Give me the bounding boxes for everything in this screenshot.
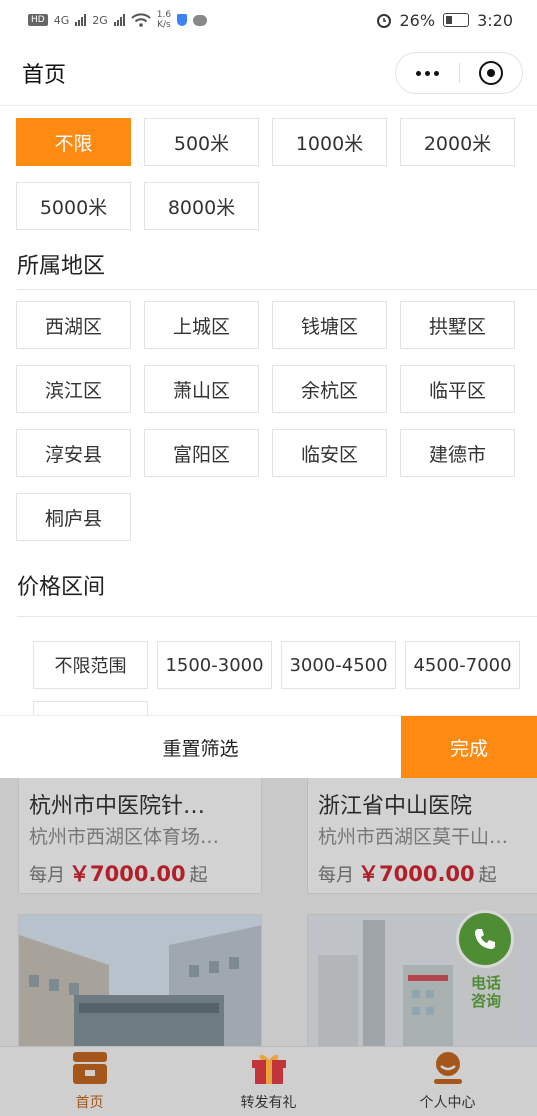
- region-option[interactable]: 萧山区: [144, 365, 259, 413]
- signal-icon: [75, 14, 87, 26]
- region-option[interactable]: 淳安县: [16, 429, 131, 477]
- distance-option[interactable]: 500米: [144, 118, 259, 166]
- region-option[interactable]: 钱塘区: [272, 301, 387, 349]
- user-icon: [433, 1052, 462, 1084]
- tab-profile-label: 个人中心: [419, 1095, 476, 1111]
- distance-option[interactable]: 8000米: [144, 182, 259, 230]
- listing-address: 杭州市西湖区体育场…: [29, 826, 220, 848]
- price-option[interactable]: 1500-3000: [157, 641, 272, 689]
- region-option[interactable]: 滨江区: [16, 365, 131, 413]
- tab-home[interactable]: 首页: [0, 1047, 179, 1116]
- listing-photo[interactable]: [18, 914, 262, 1046]
- page-title: 首页: [22, 62, 67, 88]
- region-option[interactable]: 临平区: [400, 365, 515, 413]
- more-icon[interactable]: [396, 70, 459, 76]
- battery-icon: [443, 13, 470, 27]
- region-option[interactable]: 西湖区: [16, 301, 131, 349]
- gift-icon: [251, 1054, 286, 1084]
- listing-name: 浙江省中山医院: [318, 794, 473, 819]
- wechat-icon: [193, 14, 208, 26]
- distance-options: 不限 500米 1000米 2000米 5000米 8000米: [16, 118, 515, 230]
- listing-card[interactable]: 杭州市中医院针… 杭州市西湖区体育场… 每月 ￥7000.00 起: [18, 778, 262, 894]
- bottom-tab-bar: 首页 转发有礼 个人中心: [0, 1046, 537, 1116]
- listing-address: 杭州市西湖区莫干山…: [318, 826, 509, 848]
- price-options: 不限范围 1500-3000 3000-4500 4500-7000: [33, 641, 520, 718]
- price-option[interactable]: 3000-4500: [281, 641, 396, 689]
- region-option[interactable]: 上城区: [144, 301, 259, 349]
- tab-profile[interactable]: 个人中心: [358, 1047, 537, 1116]
- clock: 3:20: [477, 10, 513, 30]
- battery-percent: 26%: [399, 10, 436, 30]
- distance-option[interactable]: 1000米: [272, 118, 387, 166]
- home-icon: [72, 1052, 107, 1084]
- distance-option[interactable]: 2000米: [400, 118, 515, 166]
- region-option[interactable]: 余杭区: [272, 365, 387, 413]
- signal-icon-2: [113, 14, 125, 26]
- signal-2g-label: 2G: [92, 13, 108, 27]
- region-option[interactable]: 建德市: [400, 429, 515, 477]
- divider: [17, 616, 537, 617]
- nav-header: 首页: [0, 40, 537, 106]
- price-option[interactable]: 4500-7000: [405, 641, 520, 689]
- hospital-building-image: [19, 915, 261, 1046]
- divider: [17, 289, 537, 290]
- done-button[interactable]: 完成: [401, 716, 537, 778]
- price-section-title: 价格区间: [17, 575, 106, 600]
- listing-card[interactable]: 浙江省中山医院 杭州市西湖区莫干山… 每月 ￥7000.00 起: [307, 778, 537, 894]
- listing-price: 每月 ￥7000.00 起: [29, 862, 208, 886]
- region-option[interactable]: 桐庐县: [16, 493, 131, 541]
- region-option[interactable]: 临安区: [272, 429, 387, 477]
- filter-panel: 不限 500米 1000米 2000米 5000米 8000米 所属地区 西湖区…: [0, 106, 537, 718]
- phone-consult-button[interactable]: [456, 910, 514, 968]
- network-speed: 1.6 K/s: [156, 10, 172, 30]
- shield-icon: [177, 14, 188, 26]
- miniprogram-capsule: [395, 52, 523, 94]
- filter-action-bar: 重置筛选 完成: [0, 716, 537, 778]
- alarm-icon: [376, 14, 391, 28]
- listing-name: 杭州市中医院针…: [29, 794, 206, 819]
- region-option[interactable]: 拱墅区: [400, 301, 515, 349]
- tab-home-label: 首页: [75, 1095, 104, 1111]
- listing-price: 每月 ￥7000.00 起: [318, 862, 497, 886]
- region-section-title: 所属地区: [17, 254, 106, 279]
- wifi-icon: [131, 13, 151, 27]
- distance-option[interactable]: 5000米: [16, 182, 131, 230]
- tab-share-gift-label: 转发有礼: [240, 1095, 297, 1111]
- signal-4g-label: 4G: [53, 13, 70, 27]
- phone-consult-label[interactable]: 电话 咨询: [466, 974, 506, 1010]
- region-option[interactable]: 富阳区: [144, 429, 259, 477]
- hd-badge: HD: [28, 14, 48, 26]
- tab-share-gift[interactable]: 转发有礼: [179, 1047, 358, 1116]
- status-bar: HD 4G 2G 1.6 K/s 26% 3:20: [0, 0, 537, 40]
- reset-filter-button[interactable]: 重置筛选: [0, 716, 401, 778]
- listing-area: 杭州市中医院针… 杭州市西湖区体育场… 每月 ￥7000.00 起 浙江省中山医院 …: [0, 778, 537, 1046]
- distance-option[interactable]: 不限: [16, 118, 131, 166]
- close-target-icon[interactable]: [460, 61, 523, 85]
- region-options: 西湖区 上城区 钱塘区 拱墅区 滨江区 萧山区 余杭区 临平区 淳安县 富阳区 …: [16, 301, 515, 541]
- price-option[interactable]: 不限范围: [33, 641, 148, 689]
- phone-icon: [475, 929, 495, 949]
